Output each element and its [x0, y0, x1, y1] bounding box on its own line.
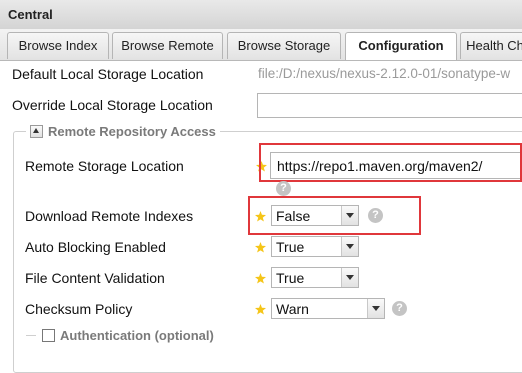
panel-title: Central — [8, 7, 53, 22]
tab-bar: Browse Index Browse Remote Browse Storag… — [0, 29, 522, 61]
remote-storage-label: Remote Storage Location — [25, 158, 184, 174]
chevron-down-icon[interactable] — [367, 299, 384, 318]
help-icon[interactable]: ? — [392, 301, 407, 316]
auth-fieldset-line — [26, 335, 36, 336]
override-storage-input[interactable] — [257, 93, 522, 118]
required-star-icon — [255, 304, 266, 315]
highlight-download-indexes — [248, 196, 421, 235]
highlight-remote-storage — [259, 143, 522, 182]
tab-browse-remote[interactable]: Browse Remote — [112, 32, 223, 59]
panel-header: Central — [0, 0, 522, 30]
required-star-icon — [255, 242, 266, 253]
tab-configuration[interactable]: Configuration — [345, 32, 457, 60]
help-icon[interactable]: ? — [276, 181, 291, 196]
checksum-policy-value: Warn — [276, 301, 309, 317]
default-storage-value: file:/D:/nexus/nexus-2.12.0-01/sonatype-… — [258, 66, 511, 81]
tab-browse-storage[interactable]: Browse Storage — [227, 32, 341, 59]
required-star-icon — [255, 273, 266, 284]
chevron-down-icon[interactable] — [341, 268, 358, 287]
checksum-policy-select[interactable]: Warn — [271, 298, 385, 319]
file-validation-value: True — [276, 270, 305, 286]
chevron-down-icon[interactable] — [341, 237, 358, 256]
remote-access-legend: Remote Repository Access — [26, 122, 220, 140]
authentication-checkbox[interactable] — [42, 329, 55, 342]
download-indexes-label: Download Remote Indexes — [25, 208, 194, 224]
override-storage-label: Override Local Storage Location — [12, 97, 213, 113]
collapse-up-icon[interactable] — [30, 124, 43, 138]
file-validation-label: File Content Validation — [25, 270, 165, 286]
auto-blocking-label: Auto Blocking Enabled — [25, 239, 166, 255]
auto-blocking-select[interactable]: True — [271, 236, 359, 257]
tab-browse-index[interactable]: Browse Index — [7, 32, 109, 59]
default-storage-label: Default Local Storage Location — [12, 66, 204, 82]
remote-access-legend-text: Remote Repository Access — [48, 123, 216, 139]
tab-health-check[interactable]: Health Ch — [460, 32, 522, 59]
authentication-legend: Authentication (optional) — [60, 328, 214, 343]
file-validation-select[interactable]: True — [271, 267, 359, 288]
checksum-policy-label: Checksum Policy — [25, 301, 133, 317]
auto-blocking-value: True — [276, 239, 305, 255]
